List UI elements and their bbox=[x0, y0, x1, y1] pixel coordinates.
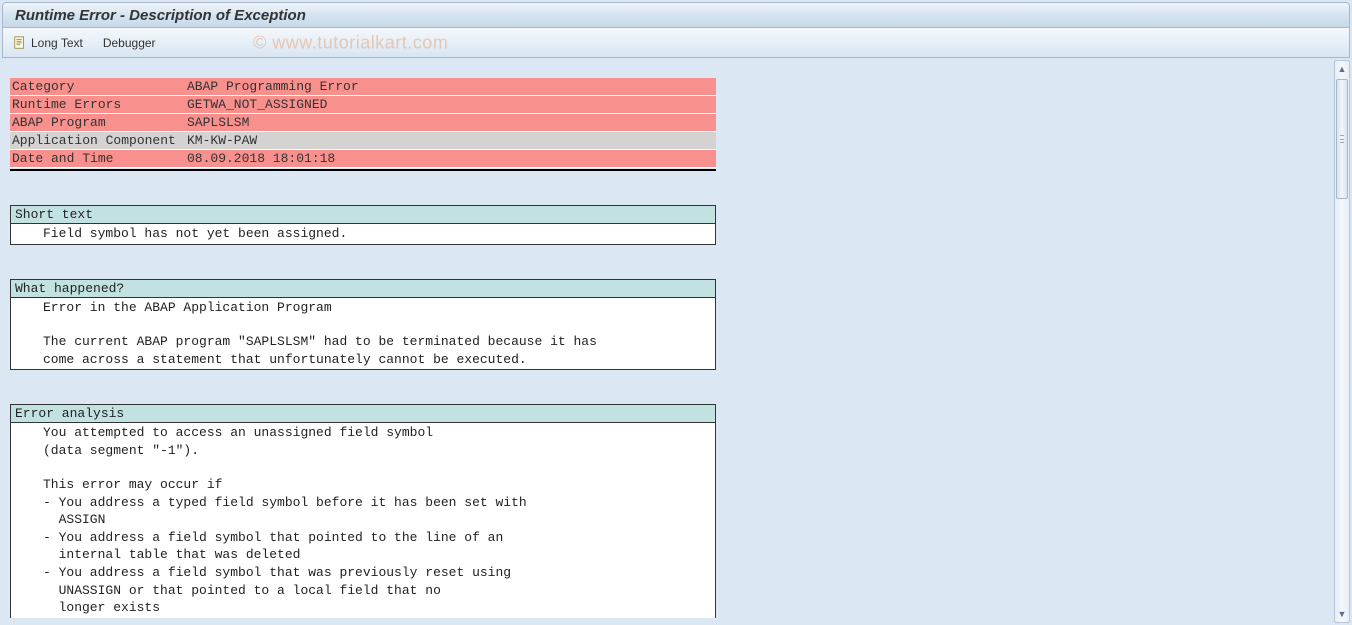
watermark-text: © www.tutorialkart.com bbox=[253, 32, 448, 53]
text-line: internal table that was deleted bbox=[15, 546, 711, 564]
table-row: Runtime ErrorsGETWA_NOT_ASSIGNED bbox=[10, 96, 716, 114]
info-value: SAPLSLSM bbox=[185, 114, 716, 132]
short-text-header: Short text bbox=[11, 206, 715, 224]
text-line bbox=[15, 459, 711, 476]
text-line: This error may occur if bbox=[15, 476, 711, 494]
info-label: ABAP Program bbox=[10, 114, 185, 132]
table-row: CategoryABAP Programming Error bbox=[10, 78, 716, 96]
info-value: ABAP Programming Error bbox=[185, 78, 716, 96]
info-label: Category bbox=[10, 78, 185, 96]
text-line: The current ABAP program "SAPLSLSM" had … bbox=[15, 333, 711, 351]
document-icon bbox=[13, 36, 27, 50]
scroll-thumb[interactable] bbox=[1336, 79, 1348, 199]
scroll-up-arrow-icon[interactable]: ▲ bbox=[1335, 62, 1349, 76]
debugger-label: Debugger bbox=[103, 36, 156, 50]
text-line: (data segment "-1"). bbox=[15, 442, 711, 460]
scroll-down-arrow-icon[interactable]: ▼ bbox=[1335, 607, 1349, 621]
what-happened-body: Error in the ABAP Application Program The… bbox=[11, 298, 715, 370]
what-happened-section: What happened? Error in the ABAP Applica… bbox=[10, 279, 716, 371]
short-text-section: Short text Field symbol has not yet been… bbox=[10, 205, 716, 245]
toolbar: Long Text Debugger © www.tutorialkart.co… bbox=[2, 28, 1350, 58]
error-analysis-body: You attempted to access an unassigned fi… bbox=[11, 423, 715, 617]
error-info-table: CategoryABAP Programming ErrorRuntime Er… bbox=[10, 78, 716, 168]
text-line: - You address a field symbol that was pr… bbox=[15, 564, 711, 582]
table-divider bbox=[10, 169, 716, 171]
text-line: longer exists bbox=[15, 599, 711, 617]
text-line: Error in the ABAP Application Program bbox=[15, 299, 711, 317]
error-analysis-header: Error analysis bbox=[11, 405, 715, 423]
long-text-label: Long Text bbox=[31, 36, 83, 50]
page-title: Runtime Error - Description of Exception bbox=[15, 7, 306, 24]
vertical-scrollbar[interactable]: ▲ ▼ bbox=[1334, 60, 1350, 623]
table-row: Application ComponentKM-KW-PAW bbox=[10, 132, 716, 150]
content-area: CategoryABAP Programming ErrorRuntime Er… bbox=[2, 60, 1334, 623]
text-line: Field symbol has not yet been assigned. bbox=[15, 225, 711, 243]
info-value: 08.09.2018 18:01:18 bbox=[185, 150, 716, 168]
title-bar: Runtime Error - Description of Exception bbox=[2, 2, 1350, 28]
long-text-button[interactable]: Long Text bbox=[13, 36, 83, 50]
text-line bbox=[15, 316, 711, 333]
info-label: Application Component bbox=[10, 132, 185, 150]
info-label: Date and Time bbox=[10, 150, 185, 168]
text-line: UNASSIGN or that pointed to a local fiel… bbox=[15, 582, 711, 600]
text-line: - You address a typed field symbol befor… bbox=[15, 494, 711, 512]
error-analysis-section: Error analysis You attempted to access a… bbox=[10, 404, 716, 617]
text-line: - You address a field symbol that pointe… bbox=[15, 529, 711, 547]
table-row: ABAP ProgramSAPLSLSM bbox=[10, 114, 716, 132]
info-label: Runtime Errors bbox=[10, 96, 185, 114]
debugger-button[interactable]: Debugger bbox=[103, 36, 156, 50]
info-value: KM-KW-PAW bbox=[185, 132, 716, 150]
text-line: ASSIGN bbox=[15, 511, 711, 529]
text-line: come across a statement that unfortunate… bbox=[15, 351, 711, 369]
text-line: You attempted to access an unassigned fi… bbox=[15, 424, 711, 442]
what-happened-header: What happened? bbox=[11, 280, 715, 298]
info-value: GETWA_NOT_ASSIGNED bbox=[185, 96, 716, 114]
short-text-body: Field symbol has not yet been assigned. bbox=[11, 224, 715, 244]
table-row: Date and Time08.09.2018 18:01:18 bbox=[10, 150, 716, 168]
